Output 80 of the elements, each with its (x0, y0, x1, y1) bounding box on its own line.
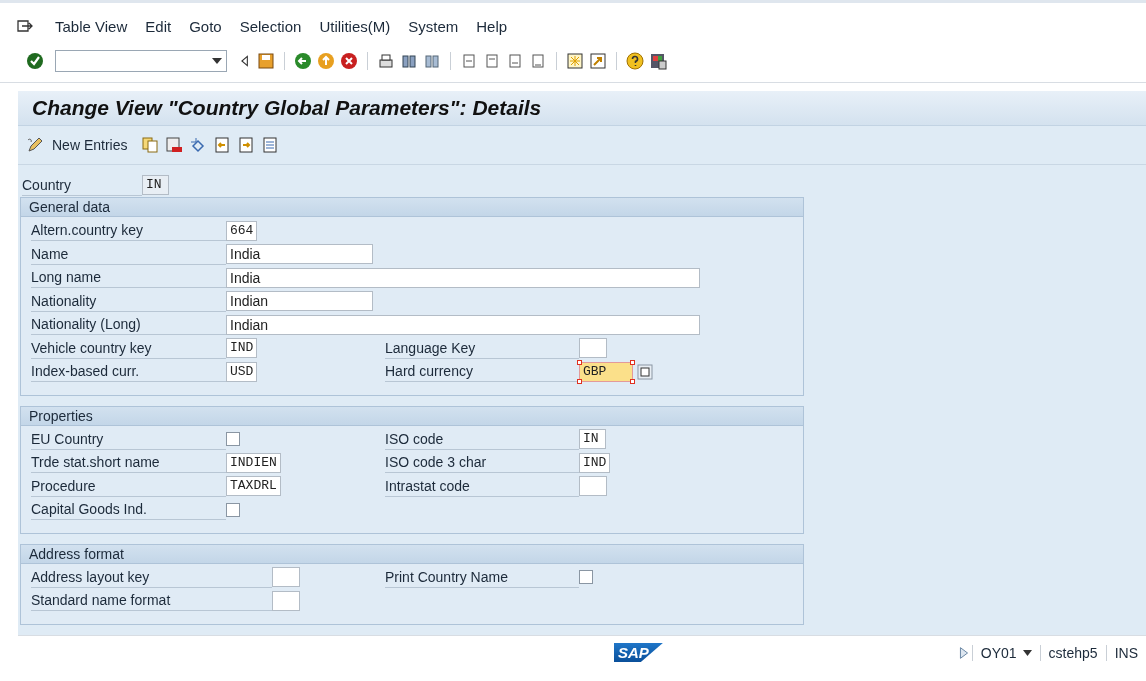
group-title: General data (21, 198, 803, 217)
back-icon[interactable] (294, 52, 312, 70)
enter-icon[interactable] (26, 52, 44, 70)
field-label: Name (31, 243, 226, 265)
input-mode[interactable]: INS (1105, 644, 1146, 661)
new-entries-button[interactable]: New Entries (26, 136, 136, 154)
input-field[interactable] (272, 590, 300, 611)
input-field[interactable]: India (226, 244, 373, 265)
screen-title: Change View "Country Global Parameters": Details (18, 91, 1146, 126)
field-label: Altern.country key (31, 220, 226, 242)
field-label: EU Country (31, 428, 226, 450)
group-title: Address format (21, 544, 803, 564)
checkbox[interactable] (226, 432, 240, 447)
field-label: Procedure (31, 475, 226, 497)
field-label: Nationality (Long) (31, 314, 226, 336)
new-window-icon[interactable] (566, 52, 584, 70)
layout-icon[interactable] (649, 52, 667, 70)
up-icon[interactable] (317, 52, 335, 70)
field-label: Capital Goods Ind. (31, 499, 226, 521)
logo: SAP (614, 643, 663, 662)
save-icon[interactable] (257, 52, 275, 70)
print-icon[interactable] (377, 52, 395, 70)
field-label: ISO code (385, 428, 579, 450)
other-entry-icon[interactable] (261, 136, 280, 154)
menu-item[interactable]: Selection (230, 16, 311, 37)
input-field: IN (142, 175, 169, 195)
caret-icon[interactable] (212, 58, 222, 64)
last-page-icon[interactable] (529, 52, 547, 70)
next-page-icon[interactable] (506, 52, 524, 70)
transaction-dropdown[interactable]: OY01 (971, 644, 1040, 661)
menu-item[interactable]: Goto (180, 16, 231, 37)
field-label: Language Key (385, 337, 579, 359)
cancel-icon[interactable] (340, 52, 358, 70)
menu-item[interactable]: Utilities(M) (310, 16, 400, 37)
input-field[interactable]: TAXDRL (226, 476, 281, 497)
first-page-icon[interactable] (460, 52, 478, 70)
input-field[interactable]: IND (226, 338, 258, 359)
input-field[interactable]: India (226, 267, 700, 288)
menu-item[interactable]: Help (467, 16, 517, 37)
input-field[interactable] (579, 476, 607, 497)
previous-page-icon[interactable] (483, 52, 501, 70)
group-title: Properties (21, 406, 803, 426)
field-label: Vehicle country key (31, 337, 226, 359)
menu-item[interactable]: Table View (46, 16, 137, 37)
input-field[interactable]: USD (226, 361, 258, 382)
find-icon[interactable] (400, 52, 418, 70)
previous-entry-icon[interactable] (213, 136, 232, 154)
field-label: ISO code 3 char (385, 452, 579, 474)
field-label: Long name (31, 267, 226, 289)
copy-icon[interactable] (141, 136, 160, 154)
menu-item[interactable]: System (399, 16, 468, 37)
value-help-icon[interactable] (637, 363, 653, 380)
checkbox[interactable] (226, 502, 240, 517)
input-field[interactable]: Indian (226, 314, 700, 335)
shortcut-icon[interactable] (589, 52, 607, 70)
field-label: Standard name format (31, 590, 272, 612)
field-label: Address layout key (31, 566, 272, 588)
pencil-icon[interactable] (26, 136, 44, 154)
input-field[interactable]: INDIEN (226, 452, 281, 473)
system-name: cstehp5 (1039, 644, 1106, 661)
command-field[interactable] (55, 50, 227, 72)
help-icon[interactable] (626, 52, 644, 70)
field-label: Index-based curr. (31, 361, 226, 383)
field-label: Intrastat code (385, 475, 579, 497)
input-field[interactable]: Indian (226, 291, 373, 312)
input-field[interactable] (272, 567, 300, 588)
find-next-icon[interactable] (423, 52, 441, 70)
input-field[interactable]: IN (579, 429, 606, 450)
next-entry-icon[interactable] (237, 136, 256, 154)
menu-item[interactable]: Edit (136, 16, 181, 37)
field-label: Trde stat.short name (31, 452, 226, 474)
delete-icon[interactable] (165, 136, 184, 154)
field-label: Nationality (31, 290, 226, 312)
caret-icon[interactable] (1022, 649, 1032, 656)
input-field[interactable]: GBP (579, 361, 633, 382)
input-field[interactable]: 664 (226, 220, 258, 241)
field-label: Print Country Name (385, 566, 579, 588)
checkbox[interactable] (579, 570, 593, 585)
input-field[interactable] (579, 338, 607, 359)
input-field[interactable]: IND (579, 452, 611, 473)
